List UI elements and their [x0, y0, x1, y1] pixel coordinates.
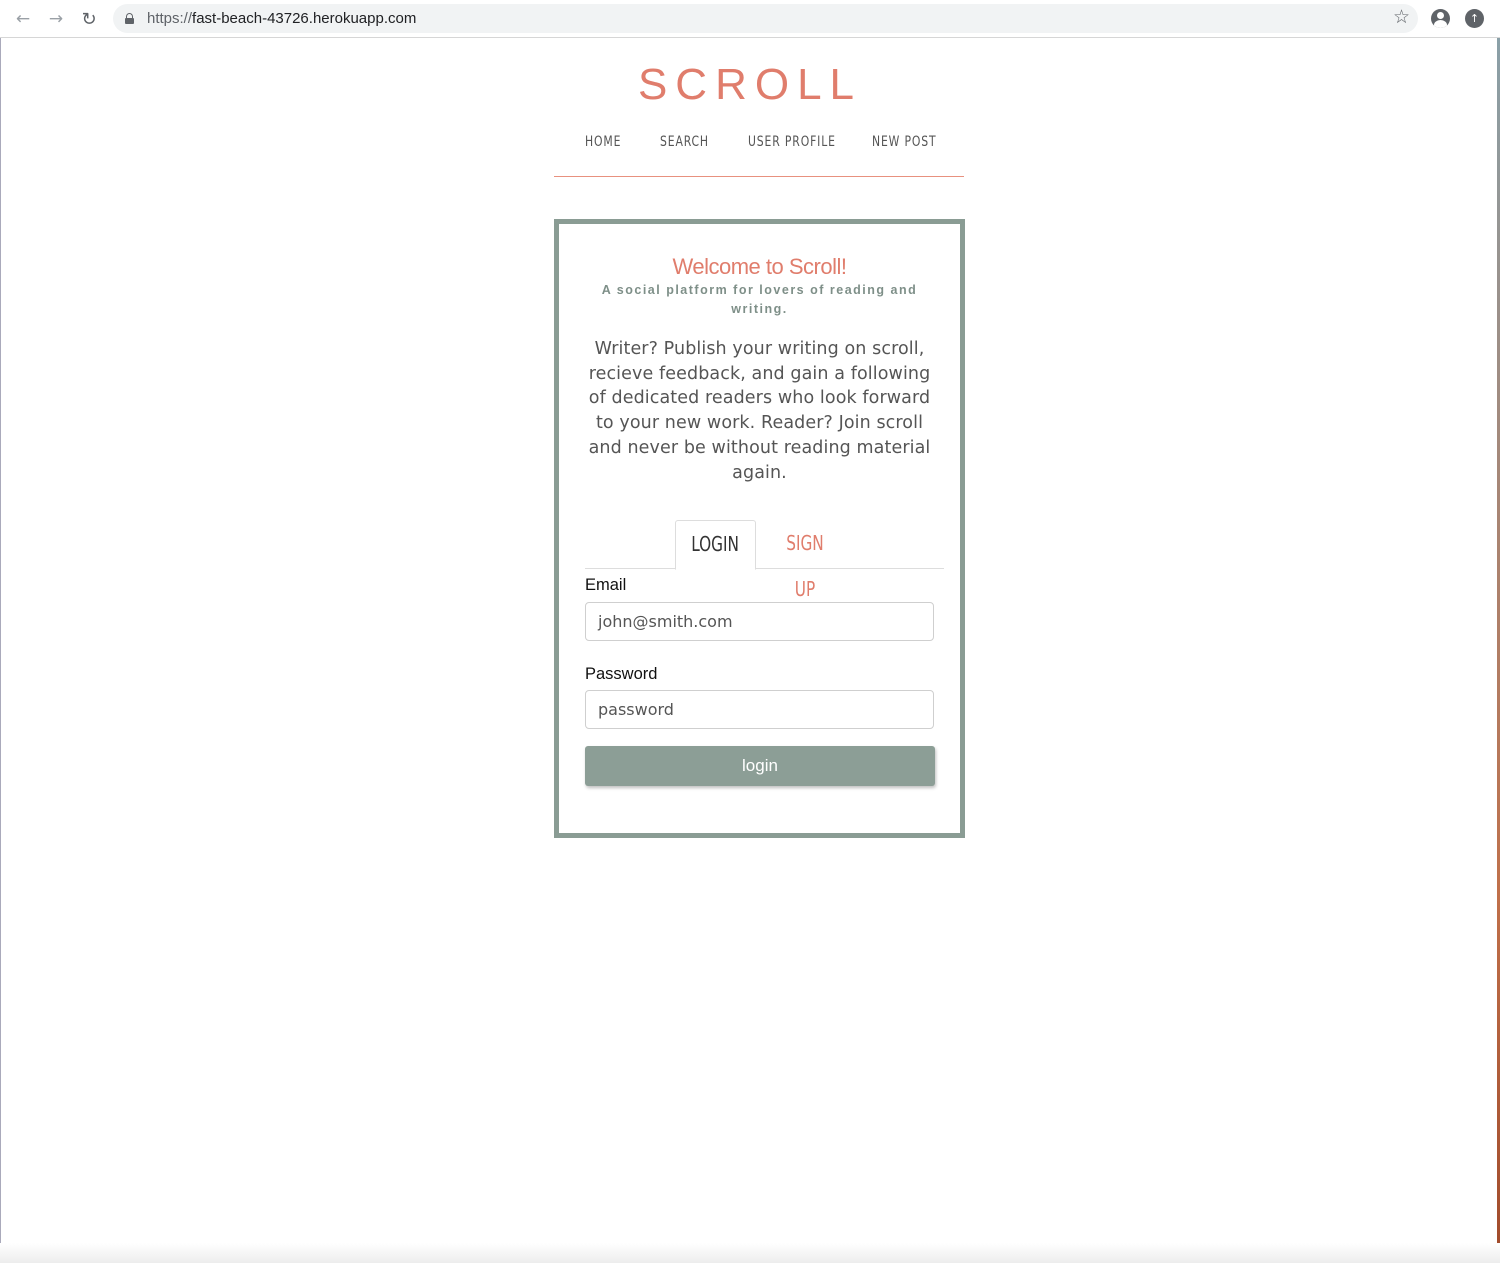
tab-login[interactable]: LOGIN: [675, 520, 756, 570]
lock-icon: [125, 13, 134, 24]
nav-user-profile[interactable]: USER PROFILE: [748, 134, 836, 150]
login-button[interactable]: login: [585, 746, 935, 786]
tab-login-label: LOGIN: [691, 532, 740, 556]
email-label: Email: [585, 576, 627, 594]
address-bar[interactable]: https://fast-beach-43726.herokuapp.com ☆: [113, 4, 1418, 33]
password-label: Password: [585, 665, 658, 683]
back-icon[interactable]: ←: [10, 6, 36, 32]
forward-icon[interactable]: →: [43, 6, 69, 32]
account-icon[interactable]: [1431, 9, 1450, 28]
url-scheme: https://: [147, 10, 193, 27]
tab-sign-up[interactable]: SIGN UP: [773, 520, 837, 601]
bookmark-star-icon[interactable]: ☆: [1393, 6, 1410, 28]
intro-text: Writer? Publish your writing on scroll, …: [588, 339, 931, 483]
email-field[interactable]: john@smith.com: [585, 602, 934, 641]
page-bottom-shade: [0, 1243, 1500, 1263]
main-nav: HOME SEARCH USER PROFILE NEW POST: [554, 130, 964, 177]
browser-toolbar: ← → ↻ https://fast-beach-43726.herokuapp…: [0, 0, 1500, 38]
site-logo[interactable]: SCROLL: [0, 60, 1500, 110]
tab-sign-up-label: SIGN UP: [786, 531, 824, 601]
nav-home[interactable]: HOME: [585, 134, 621, 150]
welcome-title: Welcome to Scroll!: [672, 254, 847, 279]
welcome-card: Welcome to Scroll! A social platform for…: [554, 219, 965, 838]
url-host: fast-beach-43726.herokuapp.com: [192, 10, 417, 27]
reload-icon[interactable]: ↻: [76, 6, 102, 32]
nav-search[interactable]: SEARCH: [660, 134, 709, 150]
address-url[interactable]: https://fast-beach-43726.herokuapp.com: [147, 10, 416, 27]
window-edge-left: [0, 38, 1, 1263]
nav-new-post[interactable]: NEW POST: [872, 134, 937, 150]
password-field[interactable]: password: [585, 690, 934, 729]
auth-tabs: LOGIN SIGN UP: [585, 520, 944, 601]
update-icon[interactable]: ↑: [1465, 9, 1484, 28]
tagline: A social platform for lovers of reading …: [601, 283, 918, 316]
